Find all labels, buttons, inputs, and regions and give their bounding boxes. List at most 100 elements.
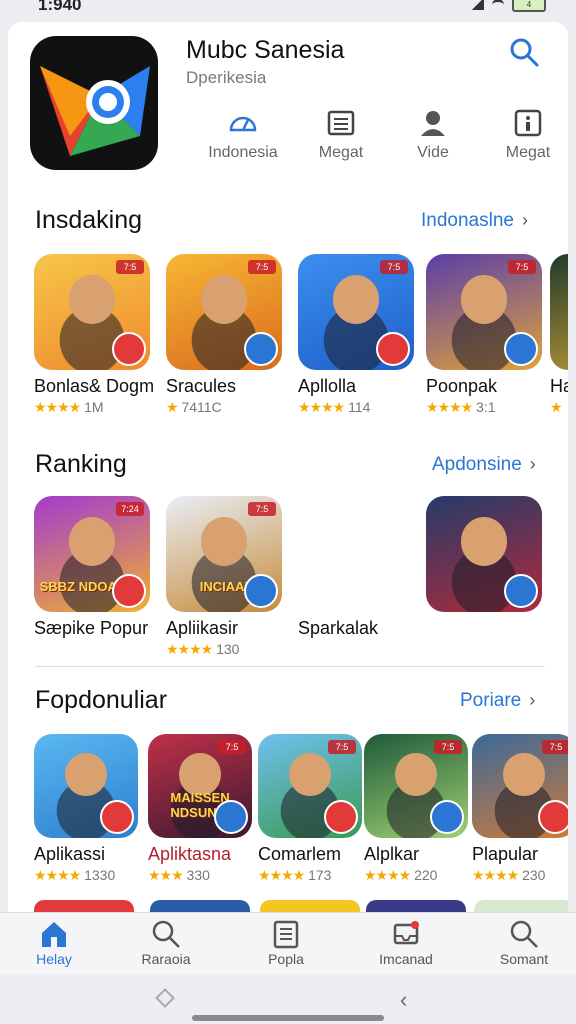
app-card[interactable]: Ha ★: [550, 254, 568, 416]
app-name: Apllolla: [298, 376, 357, 396]
app-card[interactable]: MAISSEN NDSUNAI 7:5 Apliktasna ★★★ 330: [148, 734, 266, 884]
nav-inbox[interactable]: Imcanad: [356, 919, 456, 969]
app-card[interactable]: 7:5 Apllolla ★★★★ 114: [298, 254, 416, 416]
app-badge-icon: [376, 332, 410, 366]
gauge-icon: [229, 116, 257, 132]
rating-count: 173: [308, 867, 332, 883]
corner-badge: 7:5: [116, 260, 144, 274]
bottom-navigation: Helay Raraoia Popla Imcanad Somant: [0, 912, 576, 975]
character-art: [395, 752, 437, 797]
app-name: Sracules: [166, 376, 237, 396]
app-thumbnail[interactable]: SBBZ NDOARNS 7:24: [34, 496, 150, 612]
app-badge-icon: [538, 800, 568, 834]
search-icon: [510, 38, 539, 67]
app-thumbnail[interactable]: [426, 496, 542, 612]
chevron-right-icon: ›: [529, 690, 536, 710]
back-icon[interactable]: ‹: [400, 987, 407, 1013]
app-thumbnail[interactable]: 7:5: [472, 734, 568, 838]
category-label: Indonesia: [208, 144, 278, 161]
app-name: Apliktasna: [148, 844, 232, 864]
wifi-icon: [492, 0, 504, 11]
star-icon: ★★★★: [166, 641, 213, 657]
nav-label: Popla: [268, 951, 304, 967]
recents-icon[interactable]: [155, 988, 175, 1008]
star-icon: ★★★★: [34, 399, 81, 415]
app-name: Apliikasir: [166, 618, 239, 638]
character-art: [460, 274, 508, 324]
app-thumbnail[interactable]: 7:5: [298, 254, 414, 370]
category-megat-2[interactable]: Megat: [483, 108, 568, 162]
app-rating: ★: [550, 399, 568, 416]
app-card[interactable]: SBBZ NDOARNS 7:24 Sæpike Popur: [34, 496, 152, 641]
star-icon: ★: [550, 399, 563, 415]
app-card[interactable]: Sparkalak: [298, 496, 416, 641]
nav-home[interactable]: Helay: [4, 919, 104, 969]
app-thumbnail[interactable]: MAISSEN NDSUNAI 7:5: [148, 734, 252, 838]
section-title: Insdaking: [35, 206, 143, 234]
corner-badge: 7:5: [328, 740, 356, 754]
app-card[interactable]: [426, 496, 544, 618]
peek-card: [260, 900, 360, 912]
character-art: [289, 752, 331, 797]
section-link-label: Apdonsine: [432, 454, 522, 475]
home-indicator[interactable]: [192, 1015, 384, 1021]
corner-badge: 7:5: [434, 740, 462, 754]
category-indonesia[interactable]: Indonesia: [198, 108, 288, 162]
character-art: [200, 516, 248, 566]
app-thumbnail[interactable]: [550, 254, 568, 370]
section-title: Fopdonuliar: [35, 686, 168, 714]
section-see-all[interactable]: Indonaslne ›: [421, 210, 528, 232]
app-thumbnail[interactable]: 7:5: [34, 254, 150, 370]
app-name: Alplkar: [364, 844, 420, 864]
rating-count: 7411C: [181, 399, 222, 415]
app-name: Poonpak: [426, 376, 498, 396]
app-rating: ★★★★ 1M: [34, 399, 152, 416]
section-see-all[interactable]: Apdonsine ›: [432, 454, 536, 476]
app-thumbnail[interactable]: 7:5: [364, 734, 468, 838]
star-icon: ★★★★: [34, 867, 81, 883]
rating-count: 1330: [84, 867, 116, 883]
rating-count: 220: [414, 867, 438, 883]
app-rating: ★★★★ 130: [166, 641, 284, 658]
category-label: Vide: [417, 144, 449, 161]
app-name: Ha: [550, 376, 568, 396]
app-card[interactable]: 7:5 Alplkar ★★★★ 220: [364, 734, 482, 884]
chevron-right-icon: ›: [529, 454, 536, 474]
category-megat[interactable]: Megat: [296, 108, 386, 162]
app-thumbnail[interactable]: 7:5: [426, 254, 542, 370]
app-logo[interactable]: [30, 36, 158, 170]
app-card[interactable]: 7:5 Plapular ★★★★ 230: [472, 734, 568, 884]
app-thumbnail[interactable]: [34, 734, 138, 838]
app-rating: ★★★★ 230: [472, 867, 568, 884]
app-card[interactable]: 7:5 Comarlem ★★★★ 173: [258, 734, 376, 884]
app-name: Sæpike Popur: [34, 618, 149, 638]
app-card[interactable]: 7:5 Bonlas& Dogm ★★★★ 1M: [34, 254, 154, 416]
app-thumbnail[interactable]: [298, 496, 414, 612]
app-thumbnail[interactable]: 7:5: [166, 254, 282, 370]
app-card[interactable]: 7:5 Sracules ★ 7411C: [166, 254, 284, 416]
app-card[interactable]: Aplikassi ★★★★ 1330: [34, 734, 152, 884]
rating-count: 3:1: [476, 399, 496, 415]
peek-card: [474, 900, 568, 912]
search-button[interactable]: [508, 36, 540, 68]
app-rating: ★★★★ 1330: [34, 867, 152, 884]
nav-label: Somant: [499, 951, 549, 967]
nav-search-2[interactable]: Somant: [474, 919, 574, 969]
app-card[interactable]: 7:5 Poonpak ★★★★ 3:1: [426, 254, 544, 416]
star-icon: ★★★★: [258, 867, 305, 883]
section-see-all[interactable]: Poriare ›: [460, 690, 535, 712]
app-thumbnail[interactable]: 7:5: [258, 734, 362, 838]
category-vide[interactable]: Vide: [388, 108, 478, 162]
rating-count: 1M: [84, 399, 104, 415]
person-icon: [421, 111, 445, 136]
peek-card: [366, 900, 466, 912]
nav-search[interactable]: Raraoia: [116, 919, 216, 969]
app-card[interactable]: INCIAAI 7:5 Apliikasir ★★★★ 130: [166, 496, 284, 658]
app-name: Aplikassi: [34, 844, 106, 864]
nav-popular[interactable]: Popla: [236, 919, 336, 969]
category-row: Indonesia Megat Vide Megat: [198, 108, 558, 168]
app-thumbnail[interactable]: INCIAAI 7:5: [166, 496, 282, 612]
signal-icon: [470, 0, 484, 10]
info-box-icon: [514, 109, 542, 137]
nav-label: Imcanad: [379, 951, 433, 967]
